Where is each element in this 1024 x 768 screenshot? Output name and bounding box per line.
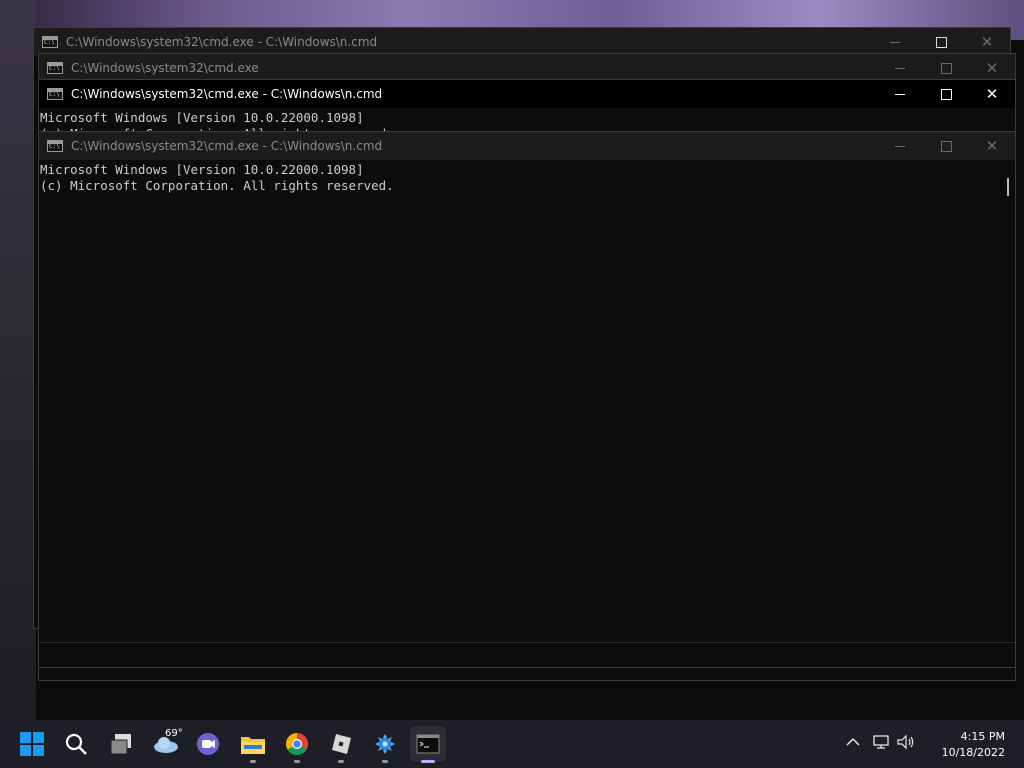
network-icon[interactable] [872, 734, 890, 754]
maximize-button[interactable] [923, 54, 969, 82]
window-title: C:\Windows\system32\cmd.exe - C:\Windows… [66, 35, 378, 49]
clock[interactable]: 4:15 PM 10/18/2022 [942, 729, 1005, 761]
minimize-button[interactable] [877, 132, 923, 160]
active-indicator [421, 760, 435, 763]
desktop-background-left [0, 0, 36, 720]
console-line: Microsoft Windows [Version 10.0.22000.10… [40, 110, 364, 125]
volume-icon[interactable] [896, 734, 916, 754]
minimize-button[interactable] [877, 80, 923, 108]
task-view-button[interactable] [103, 726, 139, 762]
teams-chat-button[interactable] [190, 726, 226, 762]
terminal-button[interactable] [410, 726, 446, 763]
minimize-button[interactable] [877, 54, 923, 82]
console-line: Microsoft Windows [Version 10.0.22000.10… [40, 162, 364, 177]
chrome-icon [286, 733, 308, 755]
console-output[interactable]: Microsoft Windows [Version 10.0.22000.10… [39, 160, 1015, 642]
roblox-icon [332, 734, 351, 754]
teams-chat-icon [197, 733, 219, 755]
app-button[interactable] [367, 726, 403, 763]
cmd-icon [47, 62, 63, 74]
running-indicator [382, 760, 388, 763]
close-button[interactable]: ✕ [969, 80, 1015, 108]
window-title: C:\Windows\system32\cmd.exe [71, 61, 259, 75]
minimize-button[interactable] [872, 28, 918, 56]
start-icon [20, 732, 44, 756]
taskbar: 69° 4:15 PM 10/18/2022 [0, 720, 1024, 768]
running-indicator [338, 760, 344, 763]
window-title: C:\Windows\system32\cmd.exe - C:\Windows… [71, 139, 383, 153]
search-icon [65, 733, 87, 755]
chevron-up-icon [846, 737, 860, 746]
close-button[interactable]: ✕ [964, 28, 1010, 56]
maximize-button[interactable] [918, 28, 964, 56]
window-title: C:\Windows\system32\cmd.exe - C:\Windows… [71, 87, 383, 101]
system-tray: 4:15 PM 10/18/2022 [824, 720, 1024, 768]
start-button[interactable] [14, 726, 50, 762]
clock-time: 4:15 PM [960, 730, 1005, 743]
window-titlebar[interactable]: C:\Windows\system32\cmd.exe ✕ [39, 54, 1015, 82]
vertical-scrollbar[interactable] [1001, 160, 1015, 642]
console-line: (c) Microsoft Corporation. All rights re… [40, 178, 394, 193]
terminal-icon [416, 734, 440, 754]
show-hidden-icons-chevron[interactable] [846, 735, 860, 751]
cmd-icon [47, 88, 63, 100]
cmd-icon [42, 36, 58, 48]
task-view-icon [110, 734, 131, 755]
running-indicator [250, 760, 256, 763]
app-icon [375, 734, 395, 754]
window-titlebar[interactable]: C:\Windows\system32\cmd.exe - C:\Windows… [39, 80, 1015, 108]
search-button[interactable] [58, 726, 94, 762]
scroll-thumb[interactable] [1007, 178, 1009, 196]
roblox-button[interactable] [323, 726, 359, 763]
close-button[interactable]: ✕ [969, 132, 1015, 160]
maximize-button[interactable] [923, 132, 969, 160]
weather-temperature: 69° [165, 728, 183, 739]
close-button[interactable]: ✕ [969, 54, 1015, 82]
cmd-icon [47, 140, 63, 152]
file-explorer-button[interactable] [235, 726, 271, 763]
maximize-button[interactable] [923, 80, 969, 108]
chrome-button[interactable] [279, 726, 315, 763]
window-titlebar[interactable]: C:\Windows\system32\cmd.exe - C:\Windows… [34, 28, 1010, 56]
clock-date: 10/18/2022 [941, 746, 1005, 759]
running-indicator [294, 760, 300, 763]
horizontal-scrollbar[interactable] [39, 642, 1015, 667]
file-explorer-icon [241, 737, 265, 754]
cmd-window-4[interactable]: C:\Windows\system32\cmd.exe - C:\Windows… [38, 131, 1016, 668]
window-titlebar[interactable]: C:\Windows\system32\cmd.exe - C:\Windows… [39, 132, 1015, 160]
